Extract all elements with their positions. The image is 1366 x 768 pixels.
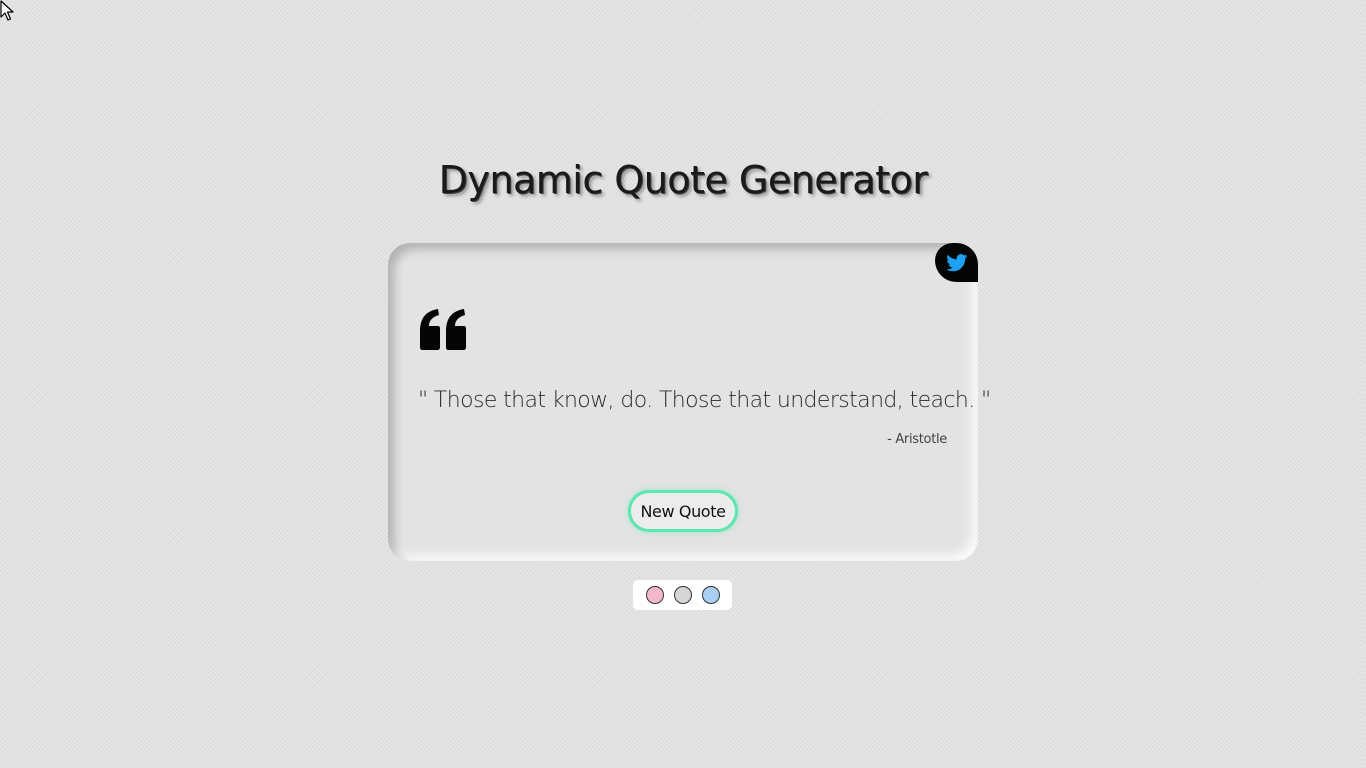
- theme-picker: [633, 580, 732, 610]
- theme-option-gray[interactable]: [673, 586, 692, 604]
- tweet-button[interactable]: [935, 243, 978, 282]
- theme-option-pink[interactable]: [645, 586, 664, 604]
- quote-text: " Those that know, do. Those that unders…: [418, 388, 991, 413]
- page-title: Dynamic Quote Generator: [438, 158, 928, 202]
- quote-author: - Aristotle: [887, 432, 947, 447]
- new-quote-button[interactable]: New Quote: [628, 490, 738, 532]
- theme-option-blue[interactable]: [701, 586, 720, 604]
- quote-left-icon: [420, 309, 466, 350]
- mouse-cursor-icon: [0, 0, 14, 21]
- quote-card: " Those that know, do. Those that unders…: [388, 243, 991, 561]
- twitter-icon: [945, 253, 967, 271]
